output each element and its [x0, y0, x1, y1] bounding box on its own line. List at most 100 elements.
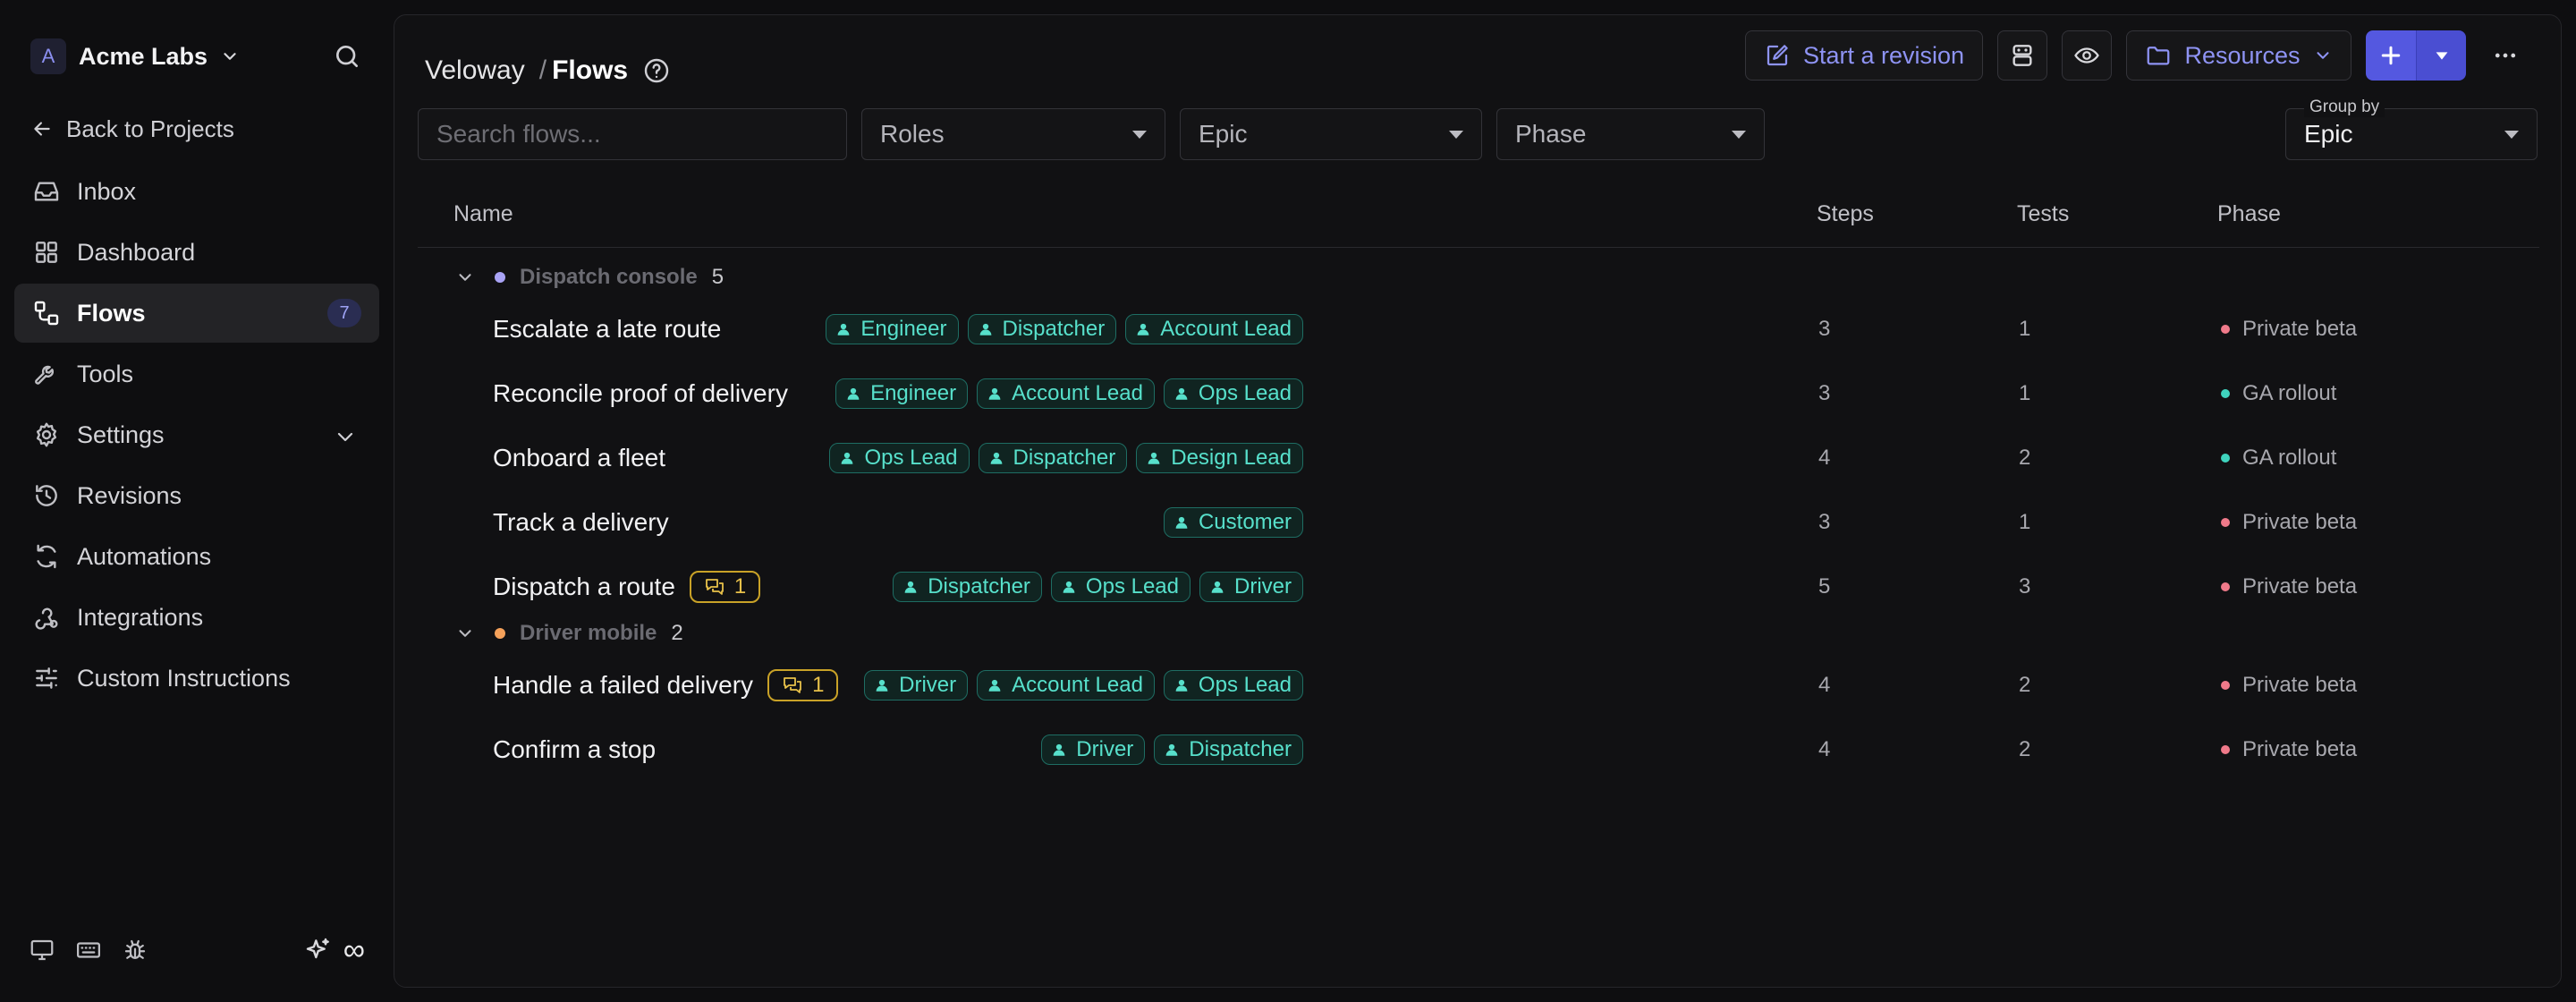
sidebar-item-revisions[interactable]: Revisions	[14, 466, 379, 525]
sidebar-item-flows[interactable]: Flows 7	[14, 284, 379, 343]
role-chips: Driver Account Lead Ops Lead	[855, 658, 1303, 712]
chevron-down-icon[interactable]	[455, 267, 475, 287]
role-chip[interactable]: Dispatcher	[1154, 735, 1303, 765]
role-chip[interactable]: Ops Lead	[1050, 572, 1191, 602]
phase-cell: Private beta	[2221, 496, 2357, 549]
tests-count: 1	[2019, 510, 2031, 534]
role-chip[interactable]: Driver	[864, 670, 969, 701]
group-by-select[interactable]: Group by Epic	[2285, 98, 2538, 160]
group-header[interactable]: Driver mobile 2	[455, 617, 683, 650]
role-name: Dispatcher	[1013, 446, 1116, 470]
help-circle-icon[interactable]	[642, 56, 671, 85]
flow-name-text[interactable]: Dispatch a route	[493, 573, 675, 601]
chevron-down-icon[interactable]	[455, 624, 475, 643]
table-row[interactable]: Dispatch a route 1 Dispatcher Ops Lead Drive…	[394, 560, 2563, 614]
sidebar-nav: Inbox Dashboard Flows 7 Tools Settings R…	[14, 162, 379, 709]
group-header[interactable]: Dispatch console 5	[455, 261, 724, 293]
sliders-icon	[32, 664, 61, 692]
role-chip[interactable]: Ops Lead	[1163, 670, 1303, 701]
flow-name-text[interactable]: Confirm a stop	[493, 735, 656, 764]
sidebar-item-integrations[interactable]: Integrations	[14, 588, 379, 647]
sidebar-item-dashboard[interactable]: Dashboard	[14, 223, 379, 282]
role-chip[interactable]: Ops Lead	[829, 443, 970, 473]
sidebar-item-automations[interactable]: Automations	[14, 527, 379, 586]
person-icon	[874, 677, 890, 693]
roles-filter[interactable]: Roles	[861, 108, 1165, 160]
chevron-down-icon	[2313, 46, 2333, 65]
flow-name-text[interactable]: Onboard a fleet	[493, 444, 665, 472]
add-options-button[interactable]	[2416, 30, 2466, 81]
role-chips: Engineer Dispatcher Account Lead	[817, 302, 1303, 356]
resources-dropdown[interactable]: Resources	[2126, 30, 2351, 81]
gear-icon	[32, 420, 61, 449]
more-options-button[interactable]	[2480, 42, 2530, 69]
preview-button[interactable]	[2062, 30, 2112, 81]
comment-badge[interactable]: 1	[767, 669, 839, 701]
table-row[interactable]: Reconcile proof of delivery Engineer Accou…	[394, 367, 2563, 420]
tests-count: 2	[2019, 737, 2031, 761]
table-row[interactable]: Confirm a stop Driver Dispatcher 4 2 Private …	[394, 723, 2563, 777]
person-icon	[1164, 742, 1180, 758]
sidebar-item-tools[interactable]: Tools	[14, 344, 379, 403]
column-header-steps[interactable]: Steps	[1817, 201, 1874, 227]
role-name: Design Lead	[1171, 446, 1292, 470]
robot-button[interactable]	[1997, 30, 2047, 81]
role-chip[interactable]: Engineer	[826, 314, 959, 344]
comment-badge[interactable]: 1	[689, 571, 761, 603]
role-chip[interactable]: Account Lead	[977, 670, 1155, 701]
role-chip[interactable]: Dispatcher	[893, 572, 1042, 602]
column-header-phase[interactable]: Phase	[2217, 201, 2281, 227]
sparkle-icon[interactable]	[304, 936, 333, 964]
group-name: Dispatch console	[520, 265, 698, 289]
sidebar-item-settings[interactable]: Settings	[14, 405, 379, 464]
flow-name: Escalate a late route	[493, 302, 721, 356]
role-chip[interactable]: Design Lead	[1136, 443, 1303, 473]
tests-count: 2	[2019, 446, 2031, 470]
flow-name-text[interactable]: Handle a failed delivery	[493, 671, 753, 700]
start-revision-button[interactable]: Start a revision	[1745, 30, 1983, 81]
chevron-down-icon[interactable]	[335, 426, 356, 447]
role-chip[interactable]: Driver	[1041, 735, 1146, 765]
search-input[interactable]: Search flows...	[418, 108, 847, 160]
keyboard-icon[interactable]	[75, 937, 102, 964]
role-chip[interactable]: Account Lead	[977, 378, 1155, 409]
table-row[interactable]: Track a delivery Customer 3 1 Private beta	[394, 496, 2563, 549]
monitor-icon[interactable]	[29, 937, 55, 964]
sidebar-item-inbox[interactable]: Inbox	[14, 162, 379, 221]
flow-name-text[interactable]: Track a delivery	[493, 508, 669, 537]
role-chip[interactable]: Customer	[1163, 507, 1303, 538]
workspace-switcher[interactable]: A Acme Labs	[30, 38, 240, 75]
role-chip[interactable]: Driver	[1199, 572, 1303, 602]
column-header-name[interactable]: Name	[453, 201, 513, 227]
table-row[interactable]: Onboard a fleet Ops Lead Dispatcher Design …	[394, 431, 2563, 485]
role-chips: Customer	[1155, 496, 1303, 549]
table-row[interactable]: Escalate a late route Engineer Dispatcher A…	[394, 302, 2563, 356]
role-chip[interactable]: Engineer	[835, 378, 969, 409]
flow-name-text[interactable]: Reconcile proof of delivery	[493, 379, 788, 408]
role-name: Engineer	[860, 317, 947, 341]
workspace-avatar: A	[30, 38, 66, 74]
tests-count: 2	[2019, 673, 2031, 697]
column-header-tests[interactable]: Tests	[2017, 201, 2069, 227]
role-chip[interactable]: Dispatcher	[978, 443, 1128, 473]
search-icon[interactable]	[333, 42, 361, 71]
add-button[interactable]	[2366, 30, 2416, 81]
bug-icon[interactable]	[122, 937, 148, 964]
phase-dot	[2221, 325, 2230, 334]
role-chip[interactable]: Ops Lead	[1163, 378, 1303, 409]
flow-name-text[interactable]: Escalate a late route	[493, 315, 721, 344]
back-to-projects-link[interactable]: Back to Projects	[30, 113, 234, 145]
phase-label: GA rollout	[2242, 446, 2337, 470]
sidebar-item-label: Settings	[77, 420, 165, 448]
sidebar-item-custom-instructions[interactable]: Custom Instructions	[14, 649, 379, 708]
start-revision-label: Start a revision	[1802, 41, 1965, 69]
phase-filter[interactable]: Phase	[1496, 108, 1765, 160]
breadcrumb-project[interactable]: Veloway	[425, 55, 525, 86]
epic-filter[interactable]: Epic	[1180, 108, 1482, 160]
role-name: Dispatcher	[1189, 737, 1292, 761]
role-chip[interactable]: Dispatcher	[967, 314, 1117, 344]
table-row[interactable]: Handle a failed delivery 1 Driver Account L…	[394, 658, 2563, 712]
role-chip[interactable]: Account Lead	[1125, 314, 1303, 344]
role-name: Account Lead	[1160, 317, 1292, 341]
sidebar-item-label: Automations	[77, 542, 212, 570]
